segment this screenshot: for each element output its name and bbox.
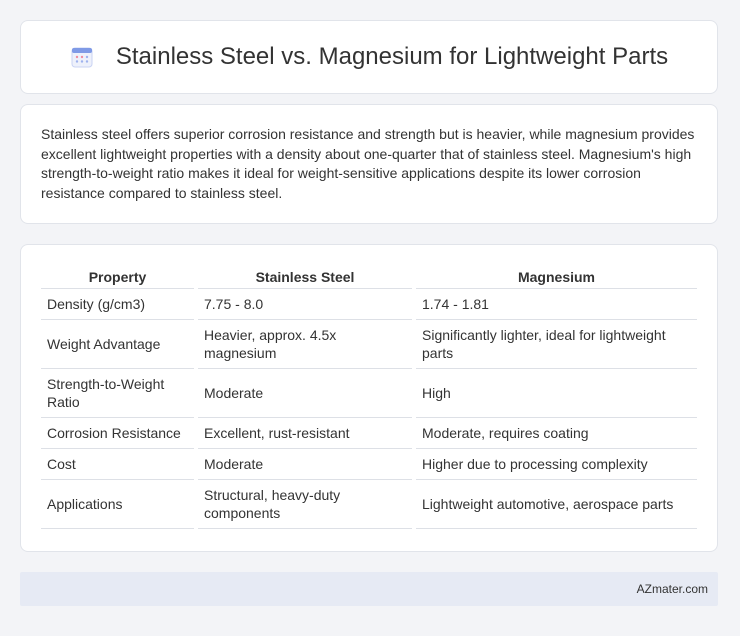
comparison-table: Property Stainless Steel Magnesium Densi… bbox=[37, 265, 701, 529]
footer: AZmater.com bbox=[20, 572, 718, 606]
magnesium-cell: Significantly lighter, ideal for lightwe… bbox=[416, 320, 697, 369]
calendar-icon bbox=[70, 45, 94, 69]
table-row: Weight Advantage Heavier, approx. 4.5x m… bbox=[41, 320, 697, 369]
table-row: Density (g/cm3) 7.75 - 8.0 1.74 - 1.81 bbox=[41, 289, 697, 320]
magnesium-cell: Higher due to processing complexity bbox=[416, 449, 697, 480]
table-row: Cost Moderate Higher due to processing c… bbox=[41, 449, 697, 480]
stainless-steel-cell: Excellent, rust-resistant bbox=[198, 418, 412, 449]
stainless-steel-cell: 7.75 - 8.0 bbox=[198, 289, 412, 320]
property-cell: Density (g/cm3) bbox=[41, 289, 194, 320]
table-row: Corrosion Resistance Excellent, rust-res… bbox=[41, 418, 697, 449]
stainless-steel-cell: Moderate bbox=[198, 369, 412, 418]
summary-card: Stainless steel offers superior corrosio… bbox=[20, 104, 718, 224]
property-cell: Corrosion Resistance bbox=[41, 418, 194, 449]
magnesium-cell: Lightweight automotive, aerospace parts bbox=[416, 480, 697, 529]
table-header-row: Property Stainless Steel Magnesium bbox=[41, 265, 697, 289]
column-header-stainless-steel: Stainless Steel bbox=[198, 265, 412, 289]
table-row: Applications Structural, heavy-duty comp… bbox=[41, 480, 697, 529]
magnesium-cell: 1.74 - 1.81 bbox=[416, 289, 697, 320]
summary-text: Stainless steel offers superior corrosio… bbox=[41, 126, 695, 201]
table-row: Strength-to-Weight Ratio Moderate High bbox=[41, 369, 697, 418]
stainless-steel-cell: Structural, heavy-duty components bbox=[198, 480, 412, 529]
comparison-table-card: Property Stainless Steel Magnesium Densi… bbox=[20, 244, 718, 552]
property-cell: Cost bbox=[41, 449, 194, 480]
property-cell: Weight Advantage bbox=[41, 320, 194, 369]
stainless-steel-cell: Heavier, approx. 4.5x magnesium bbox=[198, 320, 412, 369]
column-header-magnesium: Magnesium bbox=[416, 265, 697, 289]
page-title: Stainless Steel vs. Magnesium for Lightw… bbox=[115, 43, 669, 70]
property-cell: Applications bbox=[41, 480, 194, 529]
stainless-steel-cell: Moderate bbox=[198, 449, 412, 480]
property-cell: Strength-to-Weight Ratio bbox=[41, 369, 194, 418]
title-card: Stainless Steel vs. Magnesium for Lightw… bbox=[20, 20, 718, 94]
magnesium-cell: High bbox=[416, 369, 697, 418]
magnesium-cell: Moderate, requires coating bbox=[416, 418, 697, 449]
column-header-property: Property bbox=[41, 265, 194, 289]
footer-credit: AZmater.com bbox=[636, 582, 708, 596]
